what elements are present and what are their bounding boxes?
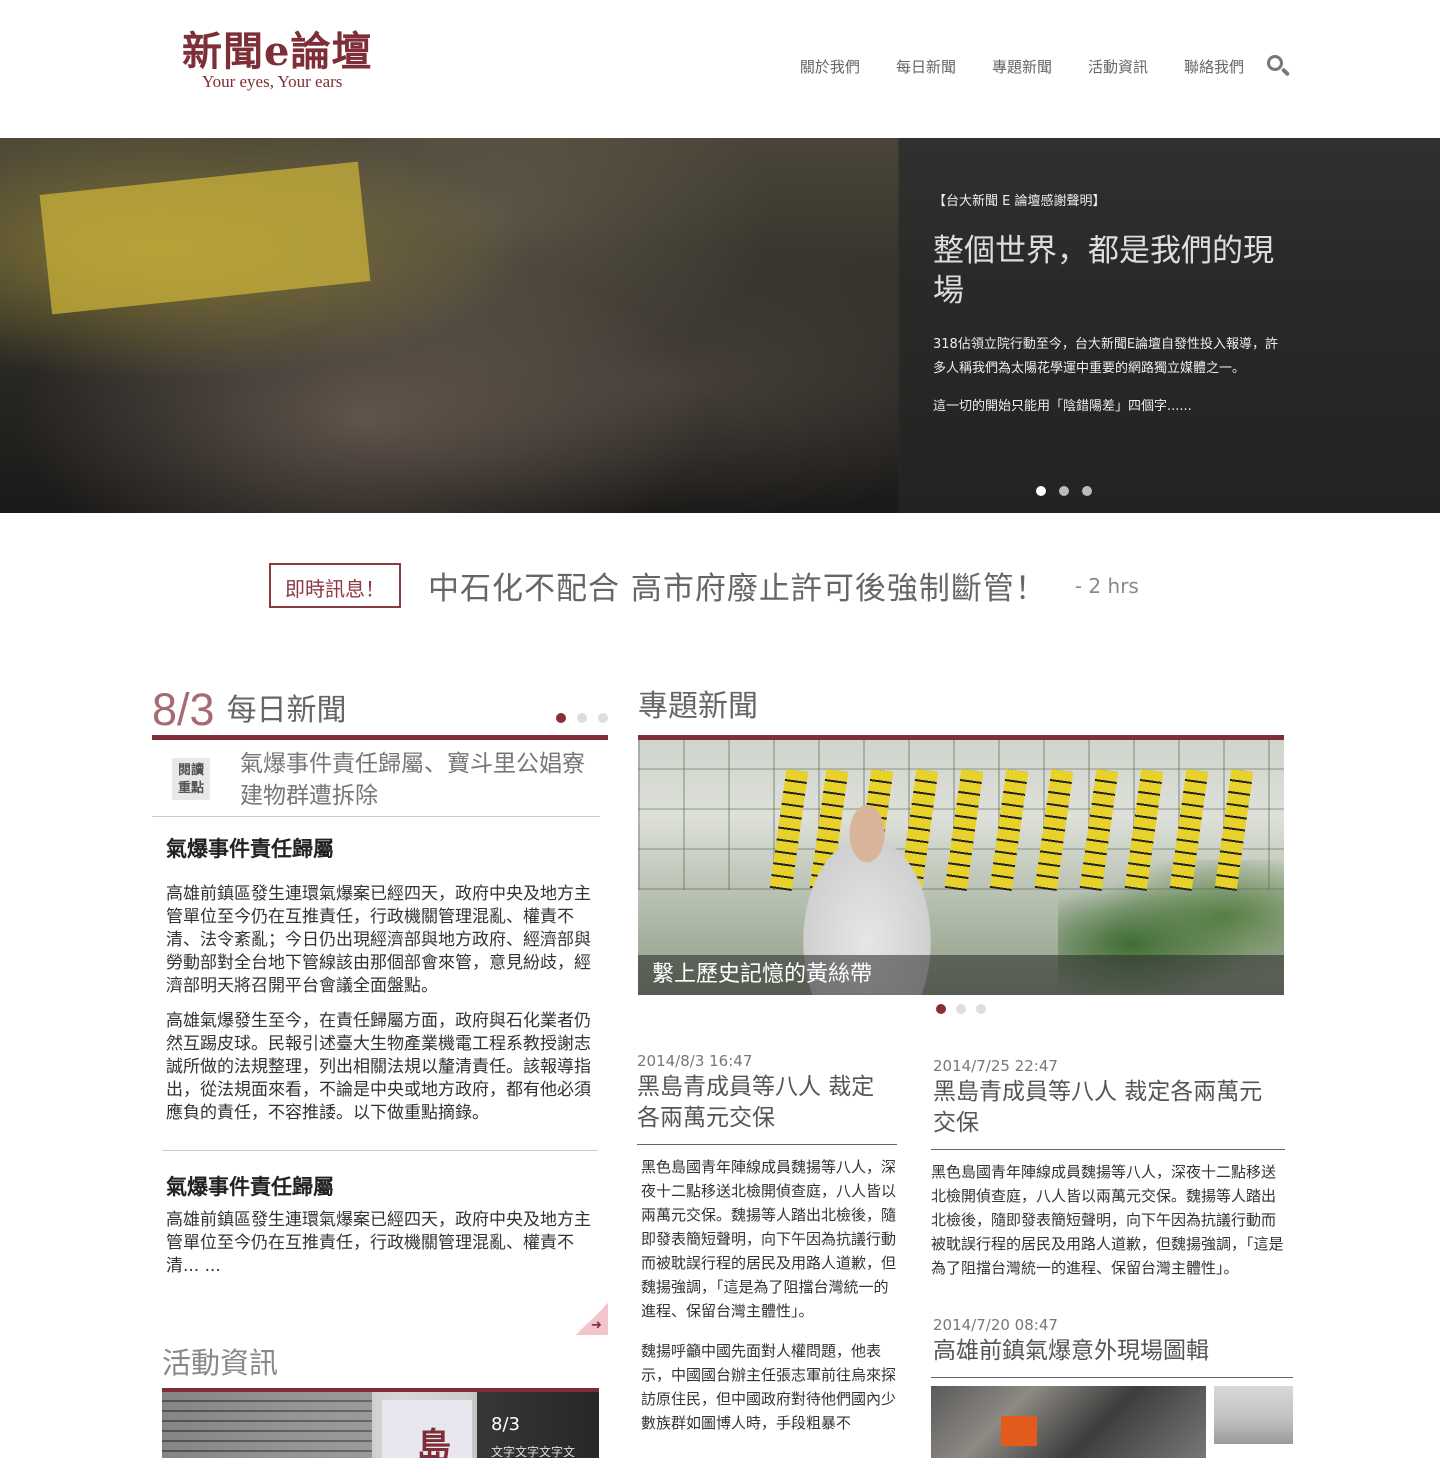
story-paragraph: 高雄氣爆發生至今，在責任歸屬方面，政府與石化業者仍然互踢皮球。民報引述臺大生物產… bbox=[166, 1011, 591, 1123]
divider bbox=[637, 1144, 897, 1145]
hero-description: 318佔領立院行動至今，台大新聞E論壇自發性投入報導，許多人稱我們為太陽花學運中… bbox=[933, 337, 1279, 376]
site-logo[interactable]: 新聞e論壇 Your eyes, Your ears bbox=[182, 28, 402, 92]
hero-text-panel: 【台大新聞 E 論壇感謝聲明】 整個世界，都是我們的現場 318佔領立院行動至今… bbox=[933, 190, 1283, 414]
special-news-title: 專題新聞 bbox=[638, 689, 758, 724]
events-title: 活動資訊 bbox=[162, 1346, 279, 1380]
logo-title: 新聞e論壇 bbox=[182, 28, 373, 75]
article-card: 2014/8/3 16:47 黑島青成員等八人 裁定各兩萬元交保 黑色島國青年陣… bbox=[637, 1052, 897, 1435]
article-body: 黑色島國青年陣線成員魏揚等八人，深夜十二點移送北檢開偵查庭，八人皆以兩萬元交保。… bbox=[641, 1158, 897, 1320]
article-card: 2014/7/25 22:47 黑島青成員等八人 裁定各兩萬元交保 黑色島國青年… bbox=[931, 1057, 1285, 1280]
events-section: 活動資訊 島 8/3 文字文字文字文 bbox=[162, 1340, 599, 1458]
special-pagination bbox=[936, 1004, 986, 1014]
article-date: 2014/7/25 22:47 bbox=[933, 1057, 1058, 1075]
hero-dot-1[interactable] bbox=[1036, 486, 1046, 496]
story-headline[interactable]: 氣爆事件責任歸屬 bbox=[166, 833, 594, 863]
reading-focus-text[interactable]: 氣爆事件責任歸屬、寶斗里公娼寮建物群遭拆除 bbox=[240, 748, 600, 816]
event-banner-image: 島 bbox=[382, 1400, 472, 1458]
hero-photo bbox=[0, 138, 900, 513]
daily-news-title: 每日新聞 bbox=[226, 693, 347, 728]
special-news-section: 專題新聞 繫上歷史記憶的黃絲帶 bbox=[638, 675, 1284, 1014]
daily-story: 氣爆事件責任歸屬 高雄前鎮區發生連環氣爆案已經四天，政府中央及地方主管單位至今仍… bbox=[152, 833, 608, 1125]
nav-item-events[interactable]: 活動資訊 bbox=[1088, 56, 1148, 77]
special-dot-3[interactable] bbox=[976, 1004, 986, 1014]
story-excerpt: 高雄前鎮區發生連環氣爆案已經四天，政府中央及地方主管單位至今仍在互推責任，行政機… bbox=[166, 1210, 591, 1276]
article-title[interactable]: 黑島青成員等八人 裁定各兩萬元交保 bbox=[933, 1077, 1285, 1139]
story-headline[interactable]: 氣爆事件責任歸屬 bbox=[152, 1171, 608, 1201]
nav-item-about[interactable]: 關於我們 bbox=[800, 56, 860, 77]
breaking-news-ticker: 即時訊息！ 中石化不配合 高市府廢止許可後強制斷管！ - 2 hrs bbox=[269, 563, 1139, 608]
story-paragraph: 高雄前鎮區發生連環氣爆案已經四天，政府中央及地方主管單位至今仍在互推責任，行政機… bbox=[166, 884, 591, 996]
hero-carousel[interactable]: 【台大新聞 E 論壇感謝聲明】 整個世界，都是我們的現場 318佔領立院行動至今… bbox=[0, 138, 1440, 513]
article-title[interactable]: 高雄前鎮氣爆意外現場圖輯 bbox=[933, 1336, 1293, 1367]
article-thumbnail[interactable] bbox=[931, 1386, 1206, 1458]
nav-item-special-news[interactable]: 專題新聞 bbox=[992, 56, 1052, 77]
hero-tag: 【台大新聞 E 論壇感謝聲明】 bbox=[933, 194, 1106, 209]
hero-more[interactable]: 這一切的開始只能用「陰錯陽差」四個字...... bbox=[933, 395, 1283, 414]
article-card: 2014/7/20 08:47 高雄前鎮氣爆意外現場圖輯 bbox=[931, 1316, 1293, 1378]
hero-title[interactable]: 整個世界，都是我們的現場 bbox=[933, 231, 1283, 311]
divider bbox=[931, 1377, 1293, 1378]
article-thumbnail[interactable] bbox=[1214, 1386, 1293, 1444]
daily-news-section: 8/3 每日新聞 閱讀重點 氣爆事件責任歸屬、寶斗里公娼寮建物群遭拆除 氣爆事件… bbox=[152, 675, 608, 1278]
hero-dot-3[interactable] bbox=[1082, 486, 1092, 496]
breaking-news-time: - 2 hrs bbox=[1074, 573, 1139, 598]
nav-item-daily-news[interactable]: 每日新聞 bbox=[896, 56, 956, 77]
event-description: 文字文字文字文 bbox=[491, 1445, 576, 1458]
event-card[interactable]: 島 8/3 文字文字文字文 bbox=[162, 1392, 599, 1458]
reading-focus: 閱讀重點 氣爆事件責任歸屬、寶斗里公娼寮建物群遭拆除 bbox=[152, 740, 600, 817]
daily-dot-2[interactable] bbox=[577, 713, 587, 723]
event-banner-text: 島 bbox=[417, 1426, 451, 1458]
breaking-news-label: 即時訊息！ bbox=[269, 563, 401, 608]
divider bbox=[162, 1150, 598, 1151]
daily-news-date: 8/3 bbox=[152, 684, 215, 735]
special-feature-image[interactable]: 繫上歷史記憶的黃絲帶 bbox=[638, 740, 1284, 995]
reading-focus-badge: 閱讀重點 bbox=[172, 758, 210, 800]
arrow-icon[interactable]: ➜ bbox=[591, 1318, 602, 1333]
event-overlay: 8/3 文字文字文字文 bbox=[477, 1392, 599, 1458]
main-nav: 關於我們 每日新聞 專題新聞 活動資訊 聯絡我們 bbox=[764, 54, 1291, 78]
divider bbox=[931, 1149, 1285, 1150]
feature-caption-text[interactable]: 繫上歷史記憶的黃絲帶 bbox=[652, 962, 872, 987]
article-body: 黑色島國青年陣線成員魏揚等八人，深夜十二點移送北檢開偵查庭，八人皆以兩萬元交保。… bbox=[931, 1163, 1284, 1277]
search-icon[interactable] bbox=[1266, 54, 1291, 78]
daily-news-header: 8/3 每日新聞 bbox=[152, 675, 608, 735]
special-dot-2[interactable] bbox=[956, 1004, 966, 1014]
daily-dot-3[interactable] bbox=[598, 713, 608, 723]
breaking-news-text[interactable]: 中石化不配合 高市府廢止許可後強制斷管！ bbox=[428, 563, 1047, 608]
daily-news-pagination bbox=[556, 713, 608, 723]
feature-caption: 繫上歷史記憶的黃絲帶 bbox=[638, 955, 1284, 995]
hero-pagination bbox=[1036, 486, 1092, 496]
site-header: 新聞e論壇 Your eyes, Your ears 關於我們 每日新聞 專題新… bbox=[0, 0, 1440, 138]
event-date: 8/3 bbox=[491, 1414, 520, 1435]
special-dot-1[interactable] bbox=[936, 1004, 946, 1014]
daily-dot-1[interactable] bbox=[556, 713, 566, 723]
article-date: 2014/7/20 08:47 bbox=[933, 1316, 1058, 1334]
article-body: 魏揚呼籲中國先面對人權問題，他表示，中國國台辦主任張志軍前往烏來探訪原住民，但中… bbox=[641, 1342, 897, 1432]
nav-item-contact[interactable]: 聯絡我們 bbox=[1184, 56, 1244, 77]
article-title[interactable]: 黑島青成員等八人 裁定各兩萬元交保 bbox=[637, 1072, 897, 1134]
article-date: 2014/8/3 16:47 bbox=[637, 1052, 753, 1070]
hero-dot-2[interactable] bbox=[1059, 486, 1069, 496]
